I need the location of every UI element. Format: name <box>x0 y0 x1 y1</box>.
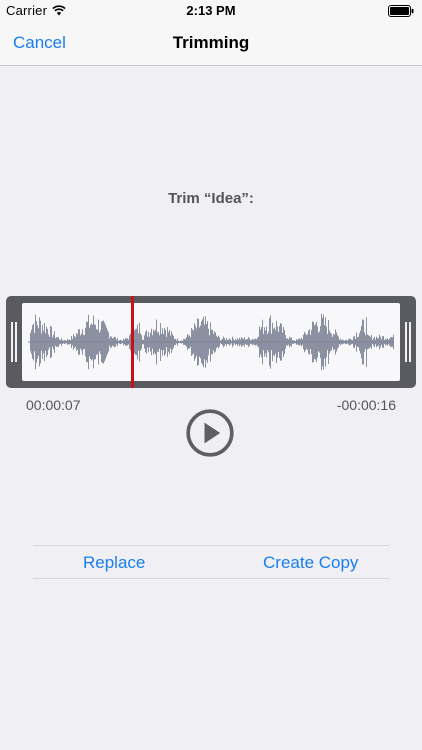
elapsed-time: 00:00:07 <box>26 397 81 413</box>
battery-icon <box>388 5 414 17</box>
navigation-bar: Cancel Trimming <box>0 22 422 66</box>
create-copy-button[interactable]: Create Copy <box>263 553 358 573</box>
trim-window <box>22 303 400 381</box>
grip-line <box>15 322 17 362</box>
play-icon <box>204 422 221 444</box>
status-bar: Carrier 2:13 PM <box>0 0 422 22</box>
play-button[interactable] <box>186 409 234 457</box>
divider <box>33 578 389 579</box>
trim-prompt: Trim “Idea”: <box>168 190 254 207</box>
remaining-time: -00:00:16 <box>336 397 396 413</box>
replace-button[interactable]: Replace <box>83 553 145 573</box>
grip-line <box>405 322 407 362</box>
trim-region-frame[interactable] <box>6 296 416 388</box>
trim-start-handle[interactable] <box>11 322 17 362</box>
grip-line <box>11 322 13 362</box>
divider <box>33 545 389 546</box>
waveform <box>28 313 394 371</box>
page-title: Trimming <box>172 33 250 52</box>
trim-end-handle[interactable] <box>405 322 411 362</box>
grip-line <box>409 322 411 362</box>
status-time: 2:13 PM <box>186 3 236 18</box>
playhead[interactable] <box>131 296 134 388</box>
